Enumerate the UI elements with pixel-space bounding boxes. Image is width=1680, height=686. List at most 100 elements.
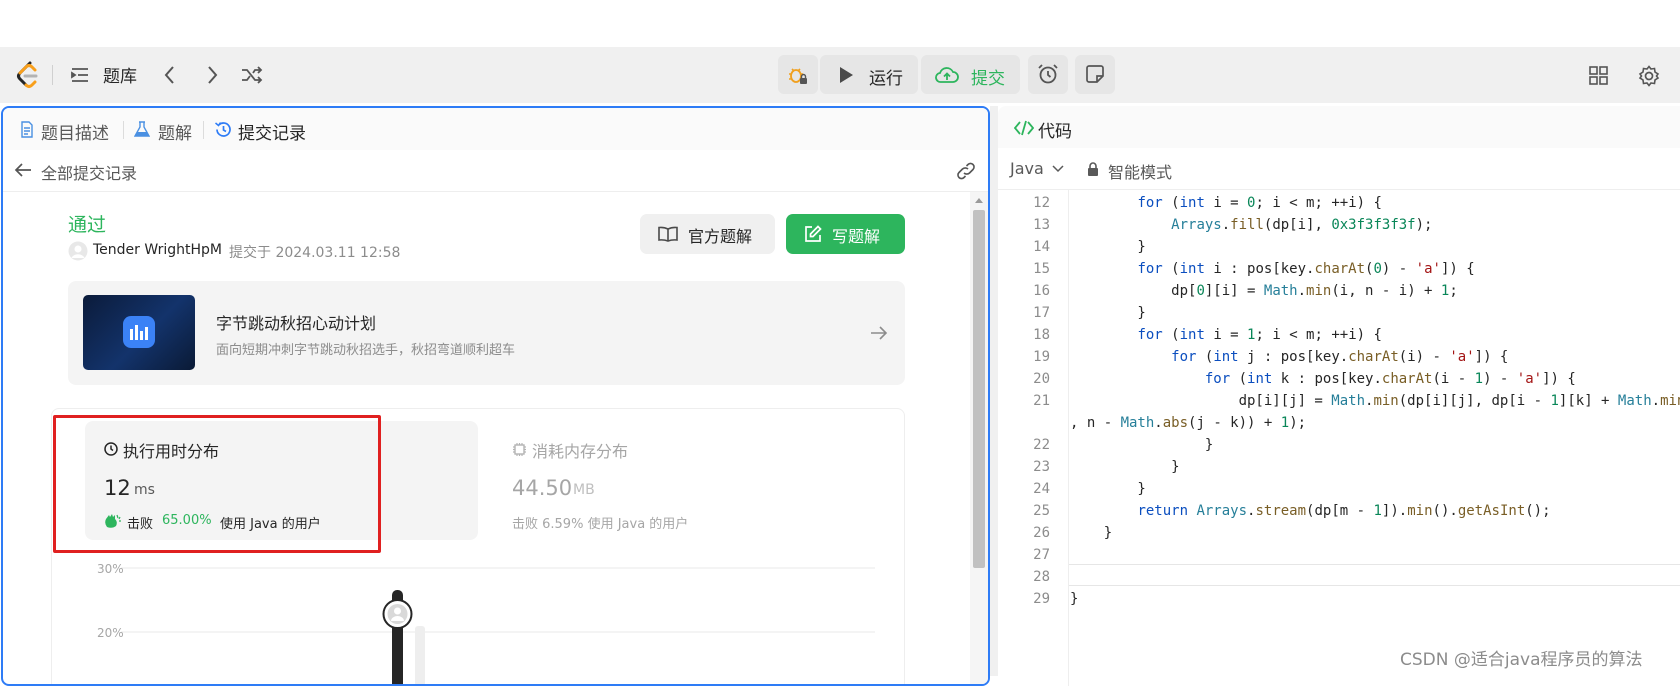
write-solution-button[interactable]: 写题解: [786, 214, 905, 254]
code-line: }: [1070, 239, 1146, 255]
current-line-highlight: [1069, 564, 1680, 586]
code-line: for (int i : pos[key.charAt(0) - 'a']) {: [1137, 261, 1475, 277]
run-button[interactable]: 运行: [820, 55, 918, 94]
line-number: 14: [1033, 239, 1050, 255]
code-title: 代码: [1038, 122, 1072, 142]
arrow-right-icon: [871, 326, 888, 340]
lock-icon: [1088, 162, 1098, 176]
chevron-down-icon[interactable]: [1052, 165, 1064, 173]
promo-subtitle: 面向短期冲刺字节跳动秋招选手，秋招弯道顺利超车: [216, 343, 516, 358]
editor-toolbar: Java 智能模式: [998, 148, 1680, 190]
tab-divider: [203, 121, 204, 139]
scrollbar-thumb[interactable]: [973, 210, 985, 568]
scrollbar[interactable]: [970, 192, 988, 684]
line-number: 22: [1033, 437, 1050, 453]
document-icon: [21, 121, 33, 138]
flask-icon: [134, 121, 150, 137]
back-arrow-icon[interactable]: [14, 162, 32, 178]
code-line: }: [1070, 305, 1146, 321]
submission-panel: 题目描述 题解 提交记录 全部提交记录 通过 Tender WrightHpM …: [1, 106, 990, 686]
official-solution-label: 官方题解: [688, 227, 753, 246]
y-tick-30: 30%: [97, 562, 124, 576]
tab-solutions[interactable]: 题解: [158, 119, 192, 144]
code-header: 代码: [998, 106, 1680, 148]
line-number: 27: [1033, 547, 1050, 563]
line-number: 19: [1033, 349, 1050, 365]
tab-submissions[interactable]: 提交记录: [238, 119, 306, 144]
smart-mode-label[interactable]: 智能模式: [1108, 159, 1172, 183]
leetcode-logo-icon[interactable]: [16, 61, 40, 89]
scroll-up-icon[interactable]: [974, 196, 984, 204]
code-line: dp[0][i] = Math.min(i, n - i) + 1;: [1070, 283, 1458, 299]
code-editor[interactable]: 12 for (int i = 0; i < m; ++i) { 13 Array…: [998, 190, 1680, 686]
play-icon: [840, 67, 853, 83]
settings-gear-icon[interactable]: [1638, 65, 1660, 87]
alarm-clock-icon: [1038, 64, 1058, 84]
line-number: 28: [1033, 569, 1050, 585]
language-select[interactable]: Java: [1010, 159, 1044, 178]
bytedance-app-icon: [123, 316, 155, 348]
chip-icon: [513, 443, 526, 456]
write-solution-label: 写题解: [832, 227, 881, 246]
line-number: 17: [1033, 305, 1050, 321]
official-solution-button[interactable]: 官方题解: [640, 214, 775, 254]
promo-card[interactable]: 字节跳动秋招心动计划 面向短期冲刺字节跳动秋招选手，秋招弯道顺利超车: [68, 281, 905, 385]
code-line: for (int i = 1; i < m; ++i) {: [1137, 327, 1382, 343]
code-line: Arrays.fill(dp[i], 0x3f3f3f3f);: [1171, 217, 1433, 233]
avatar-head: [394, 607, 401, 615]
memory-unit: MB: [573, 482, 595, 498]
memory-beat-text: 击败 6.59% 使用 Java 的用户: [512, 517, 689, 532]
line-number: 12: [1033, 195, 1050, 211]
all-submissions-link[interactable]: 全部提交记录: [41, 160, 137, 184]
code-line: }: [1070, 481, 1146, 497]
panel-splitter[interactable]: [990, 106, 998, 676]
tab-description[interactable]: 题目描述: [41, 119, 109, 144]
prev-problem-icon[interactable]: [163, 65, 177, 85]
submit-label: 提交: [971, 69, 1005, 89]
list-icon: [71, 68, 88, 82]
line-number: 23: [1033, 459, 1050, 475]
shuffle-icon[interactable]: [241, 65, 263, 85]
timer-button[interactable]: [1028, 55, 1068, 94]
bug-lock-icon: [789, 68, 807, 84]
notes-button[interactable]: [1075, 55, 1115, 94]
submit-time: 提交于 2024.03.11 12:58: [229, 245, 401, 261]
line-number: 26: [1033, 525, 1050, 541]
submit-button[interactable]: 提交: [921, 55, 1020, 94]
code-line: for (int j : pos[key.charAt(i) - 'a']) {: [1171, 349, 1509, 365]
code-line: }: [1070, 437, 1214, 453]
line-number: 24: [1033, 481, 1050, 497]
code-line: for (int i = 0; i < m; ++i) {: [1137, 195, 1382, 211]
code-icon: [1014, 120, 1034, 136]
cloud-upload-icon: [935, 67, 959, 83]
line-number: 20: [1033, 371, 1050, 387]
code-line: }: [1070, 459, 1180, 475]
watermark: CSDN @适合java程序员的算法: [1400, 650, 1643, 670]
code-line: , n - Math.abs(j - k)) + 1);: [1070, 415, 1307, 431]
line-number: 29: [1033, 591, 1050, 607]
avatar[interactable]: [68, 241, 88, 261]
memory-card[interactable]: 消耗内存分布 44.50 MB 击败 6.59% 使用 Java 的用户: [493, 421, 886, 540]
note-icon: [1086, 65, 1104, 83]
next-problem-icon[interactable]: [205, 65, 219, 85]
back-row: 全部提交记录: [3, 150, 988, 192]
code-line: }: [1070, 591, 1079, 607]
layout-icon[interactable]: [1589, 66, 1608, 85]
problemset-link[interactable]: 题库: [103, 62, 137, 87]
link-icon[interactable]: [956, 162, 976, 180]
history-icon: [215, 122, 231, 137]
line-number: 15: [1033, 261, 1050, 277]
tab-divider: [123, 121, 124, 139]
bar[interactable]: [415, 626, 425, 686]
runtime-distribution-chart: 30% 20%: [97, 562, 875, 686]
memory-title: 消耗内存分布: [532, 442, 629, 461]
author-name[interactable]: Tender WrightHpM: [93, 242, 222, 258]
promo-image: [83, 295, 195, 370]
memory-value: 44.50: [512, 476, 573, 500]
line-number: 13: [1033, 217, 1050, 233]
highlight-box: [53, 415, 381, 553]
debug-button[interactable]: [778, 55, 818, 94]
edit-icon: [805, 225, 822, 242]
run-label: 运行: [869, 69, 903, 89]
y-tick-20: 20%: [97, 626, 124, 640]
